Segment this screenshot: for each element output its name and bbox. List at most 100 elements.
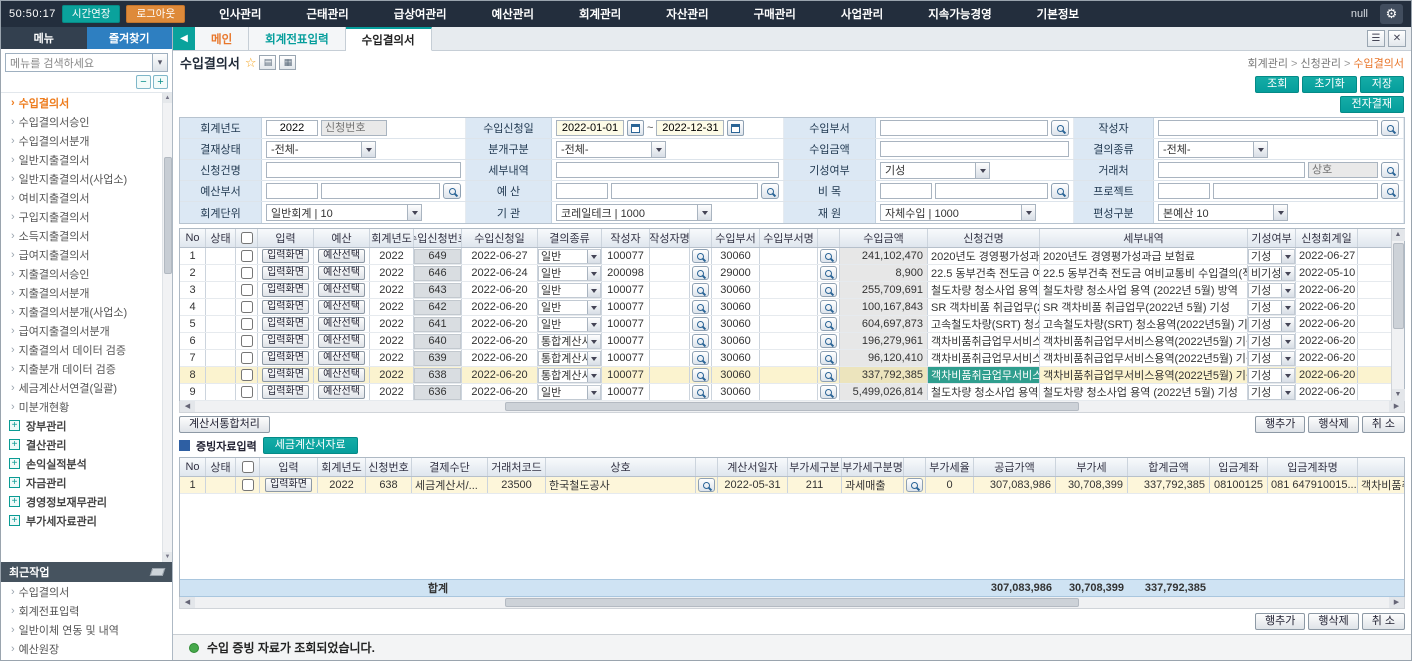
budget-select-button[interactable]: 예산선택 <box>318 266 365 280</box>
income-date-from-input[interactable] <box>556 120 624 136</box>
project-search-icon[interactable] <box>1381 183 1399 199</box>
scrollbar-track[interactable] <box>1392 241 1405 389</box>
income-dept-input[interactable] <box>880 120 1048 136</box>
resolution-type-cell-select[interactable]: 통합계산서 <box>538 368 601 383</box>
expense-item-name-input[interactable] <box>935 183 1048 199</box>
scrollbar-thumb[interactable] <box>505 402 1078 411</box>
chevron-down-icon[interactable]: ▾ <box>152 54 167 71</box>
dept-search-icon[interactable] <box>820 334 837 348</box>
resolution-type-cell-select[interactable]: 일반 <box>538 266 601 281</box>
sidebar-scrollbar[interactable]: ▲ ▼ <box>162 93 172 562</box>
input-screen-button[interactable]: 입력화면 <box>262 266 309 280</box>
calendar-icon[interactable] <box>627 120 644 136</box>
top-menu-item[interactable]: 예산관리 <box>492 6 534 22</box>
completion-cell-select[interactable]: 기성 <box>1248 368 1295 383</box>
top-menu-item[interactable]: 구매관리 <box>754 6 796 22</box>
writer-search-icon[interactable] <box>692 351 709 365</box>
scrollbar-track[interactable] <box>195 597 1389 608</box>
row-checkbox[interactable] <box>241 232 253 244</box>
dept-search-icon[interactable] <box>820 317 837 331</box>
completion-cell-select[interactable]: 기성 <box>1248 249 1295 264</box>
recent-item[interactable]: ›수입결의서 <box>1 582 172 601</box>
scroll-up-icon[interactable]: ▲ <box>163 93 173 103</box>
top-menu-item[interactable]: 사업관리 <box>841 6 883 22</box>
settings-gear-icon[interactable]: ⚙ <box>1380 4 1403 24</box>
scrollbar-thumb[interactable] <box>1393 243 1404 329</box>
sidebar-item[interactable]: ›수입결의서 <box>1 93 162 112</box>
dept-search-icon[interactable] <box>820 300 837 314</box>
writer-search-icon[interactable] <box>692 334 709 348</box>
income-dept-search-icon[interactable] <box>1051 120 1069 136</box>
completion-cell-select[interactable]: 기성 <box>1248 283 1295 298</box>
grid1-row[interactable]: 3입력화면예산선택20226432022-06-20일반100077300602… <box>180 282 1391 299</box>
logout-button[interactable]: 로그아웃 <box>126 5 185 24</box>
favorite-star-icon[interactable]: ☆ <box>245 55 257 71</box>
input-screen-button[interactable]: 입력화면 <box>262 317 309 331</box>
row-checkbox[interactable] <box>241 284 253 296</box>
input-screen-button[interactable]: 입력화면 <box>262 385 309 399</box>
scroll-right-icon[interactable]: ▶ <box>1389 597 1404 608</box>
expense-item-search-icon[interactable] <box>1051 183 1069 199</box>
scrollbar-thumb[interactable] <box>505 598 1078 607</box>
scrollbar-track[interactable] <box>163 103 173 552</box>
tab-list-icon[interactable]: ☰ <box>1367 30 1385 47</box>
sidebar-item[interactable]: ›지출분개 데이터 검증 <box>1 359 162 378</box>
input-screen-button[interactable]: 입력화면 <box>262 249 309 263</box>
writer-search-icon[interactable] <box>692 368 709 382</box>
row-checkbox[interactable] <box>241 369 253 381</box>
completion-cell-select[interactable]: 비기성 <box>1248 266 1295 281</box>
row-checkbox[interactable] <box>241 301 253 313</box>
writer-search-icon[interactable] <box>692 266 709 280</box>
calendar-icon[interactable] <box>727 120 744 136</box>
grid1-row[interactable]: 8입력화면예산선택20226382022-06-20통합계산서100077300… <box>180 367 1391 384</box>
resolution-type-select[interactable]: -전체- <box>1158 141 1268 158</box>
income-date-to-input[interactable] <box>656 120 724 136</box>
budget-code-input[interactable] <box>556 183 608 199</box>
row-checkbox[interactable] <box>241 318 253 330</box>
grid2-row[interactable]: 1입력화면2022638세금계산서/...23500한국철도공사2022-05-… <box>180 477 1404 494</box>
tab-menu[interactable]: 메뉴 <box>1 27 87 49</box>
scroll-down-icon[interactable]: ▼ <box>163 552 173 562</box>
request-number-input[interactable] <box>321 120 387 136</box>
fiscal-year-input[interactable] <box>266 120 318 136</box>
completion-cell-select[interactable]: 기성 <box>1248 317 1295 332</box>
sidebar-item[interactable]: ›세금계산서연결(일괄) <box>1 378 162 397</box>
budget-select-button[interactable]: 예산선택 <box>318 300 365 314</box>
writer-search-icon[interactable] <box>692 283 709 297</box>
expense-item-code-input[interactable] <box>880 183 932 199</box>
sidebar-item[interactable]: ›여비지출결의서 <box>1 188 162 207</box>
grid1-row[interactable]: 1입력화면예산선택20226492022-06-27일반100077300602… <box>180 248 1391 265</box>
row-checkbox[interactable] <box>242 479 254 491</box>
budget-select-button[interactable]: 예산선택 <box>318 283 365 297</box>
scroll-up-icon[interactable]: ▲ <box>1392 229 1405 241</box>
account-unit-select[interactable]: 일반회계 | 10 <box>266 204 422 221</box>
resolution-type-cell-select[interactable]: 일반 <box>538 385 601 400</box>
cancel-button[interactable]: 취 소 <box>1362 416 1405 433</box>
dept-search-icon[interactable] <box>820 283 837 297</box>
dept-search-icon[interactable] <box>820 249 837 263</box>
resolution-type-cell-select[interactable]: 통합계산서 <box>538 351 601 366</box>
add-row-button[interactable]: 행추가 <box>1255 416 1305 433</box>
grid1-horizontal-scrollbar[interactable]: ◀ ▶ <box>179 401 1405 413</box>
completion-cell-select[interactable]: 기성 <box>1248 334 1295 349</box>
row-checkbox[interactable] <box>241 386 253 398</box>
budget-name-input[interactable] <box>611 183 758 199</box>
sidebar-item[interactable]: ›지출결의서분개(사업소) <box>1 302 162 321</box>
resolution-type-cell-select[interactable]: 통합계산서 <box>538 334 601 349</box>
scroll-right-icon[interactable]: ▶ <box>1389 401 1404 412</box>
sidebar-group[interactable]: +결산관리 <box>1 435 162 454</box>
dept-search-icon[interactable] <box>820 266 837 280</box>
income-amount-input[interactable] <box>880 141 1069 157</box>
sidebar-group[interactable]: +자금관리 <box>1 473 162 492</box>
grid1-row[interactable]: 9입력화면예산선택20226362022-06-20일반100077300605… <box>180 384 1391 401</box>
sidebar-item[interactable]: ›지출결의서 데이터 검증 <box>1 340 162 359</box>
row-checkbox[interactable] <box>241 250 253 262</box>
resolution-type-cell-select[interactable]: 일반 <box>538 300 601 315</box>
budget-dept-search-icon[interactable] <box>443 183 461 199</box>
vendor-search-icon[interactable] <box>698 478 715 492</box>
sidebar-item[interactable]: ›수입결의서분개 <box>1 131 162 150</box>
top-menu-item[interactable]: 급상여관리 <box>394 6 447 22</box>
scroll-left-icon[interactable]: ◀ <box>180 597 195 608</box>
input-screen-button[interactable]: 입력화면 <box>262 283 309 297</box>
reset-button[interactable]: 초기화 <box>1302 76 1356 93</box>
